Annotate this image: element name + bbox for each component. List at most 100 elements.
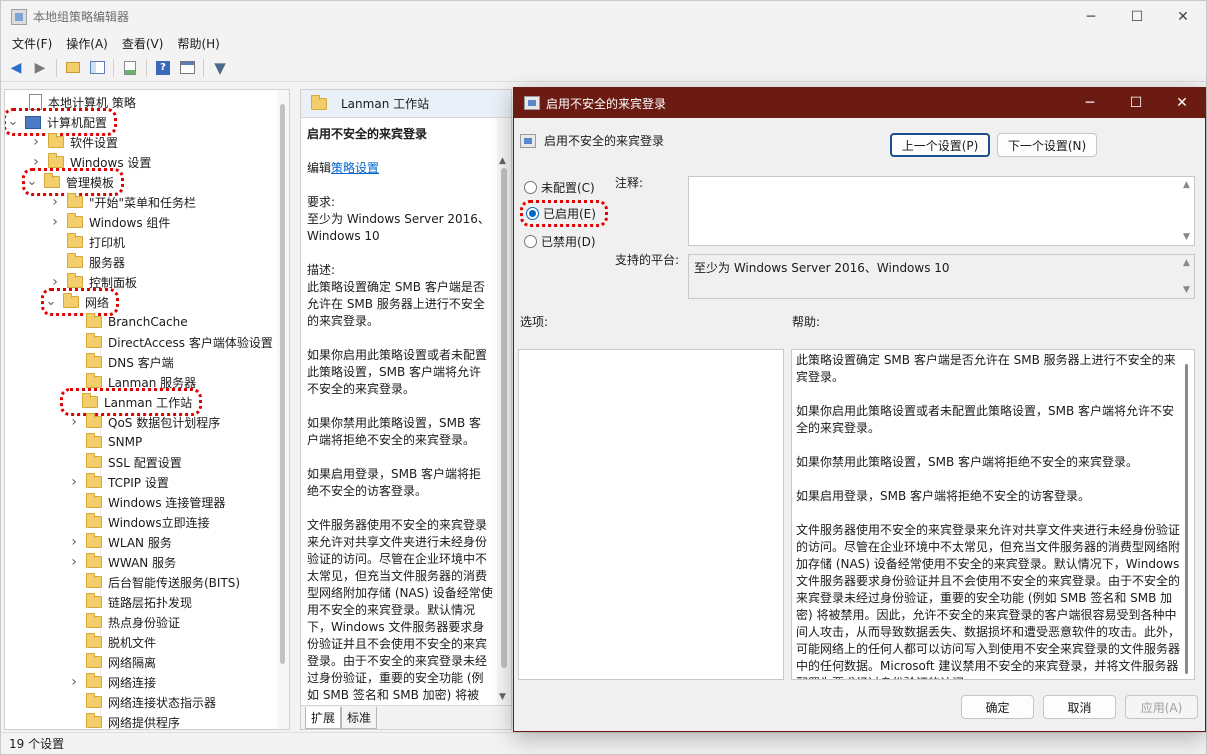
tab-standard[interactable]: 标准 — [341, 707, 378, 729]
menu-help[interactable]: 帮助(H) — [170, 35, 226, 52]
filter-icon[interactable]: ▼ — [209, 57, 231, 79]
tree-node[interactable]: Windows立即连接 — [68, 512, 210, 532]
tree-node[interactable]: › Windows 组件 — [49, 212, 170, 232]
menu-action[interactable]: 操作(A) — [59, 35, 115, 52]
radio-circle[interactable] — [524, 181, 537, 194]
folder-up-icon[interactable] — [62, 57, 84, 79]
help-icon[interactable]: ? — [152, 57, 174, 79]
comment-scrollbar[interactable]: ▲ ▼ — [1180, 177, 1194, 245]
tree-node[interactable]: SSL 配置设置 — [68, 452, 182, 472]
tree-node[interactable]: 网络隔离 — [68, 652, 156, 672]
folder-icon — [86, 493, 102, 508]
tab-extended[interactable]: 扩展 — [305, 707, 342, 729]
radio-circle-selected[interactable] — [526, 207, 539, 220]
tree-scrollbar-thumb[interactable] — [280, 104, 285, 664]
tree-node[interactable]: DirectAccess 客户端体验设置 — [68, 332, 273, 352]
scroll-up-arrow-icon[interactable]: ▲ — [1183, 180, 1190, 190]
cancel-button[interactable]: 取消 — [1043, 695, 1116, 719]
chevron-right-icon[interactable]: › — [49, 214, 61, 230]
chevron-right-icon[interactable]: › — [49, 194, 61, 210]
chevron-right-icon[interactable]: › — [30, 154, 42, 170]
chevron-right-icon[interactable]: › — [68, 554, 80, 570]
tree-node[interactable]: Lanman 服务器 — [68, 372, 196, 392]
radio-enabled[interactable]: 已启用(E) — [520, 200, 608, 227]
tree-node[interactable]: 网络提供程序 — [68, 712, 180, 729]
chevron-right-icon[interactable]: › — [68, 674, 80, 690]
description-scrollbar[interactable]: ▲ ▼ — [497, 118, 511, 706]
close-button[interactable]: ✕ — [1160, 1, 1206, 32]
tree-node[interactable]: ⌄ 计算机配置 — [5, 108, 118, 136]
tree-node[interactable]: › QoS 数据包计划程序 — [68, 412, 220, 432]
ok-button[interactable]: 确定 — [961, 695, 1034, 719]
next-setting-button[interactable]: 下一个设置(N) — [997, 133, 1097, 157]
description-label: 描述: — [307, 262, 493, 279]
tree-node[interactable]: 本地计算机 策略 — [11, 92, 136, 112]
console-tree[interactable]: 本地计算机 策略 ⌄ 计算机配置 › 软件设置 › Windows 设置 ⌄ 管理模板 › "开始"… — [4, 89, 290, 730]
tree-node[interactable]: › "开始"菜单和任务栏 — [49, 192, 196, 212]
platform-scrollbar[interactable]: ▲ ▼ — [1180, 255, 1194, 298]
chevron-down-icon[interactable]: ⌄ — [26, 175, 38, 188]
menu-view[interactable]: 查看(V) — [115, 35, 171, 52]
tree-node[interactable]: ⌄ 网络 — [40, 288, 120, 316]
chevron-right-icon[interactable]: › — [49, 274, 61, 290]
chevron-right-icon[interactable]: › — [68, 474, 80, 490]
console-tree-icon[interactable] — [86, 57, 108, 79]
menu-bar: 文件(F) 操作(A) 查看(V) 帮助(H) — [1, 32, 1206, 54]
tree-node[interactable]: › WLAN 服务 — [68, 532, 172, 552]
maximize-button[interactable]: ☐ — [1114, 1, 1160, 32]
minimize-button[interactable]: ─ — [1068, 1, 1114, 32]
chevron-down-icon[interactable]: ⌄ — [45, 295, 57, 308]
chevron-right-icon[interactable]: › — [68, 414, 80, 430]
scroll-down-arrow-icon[interactable]: ▼ — [499, 692, 506, 702]
dialog-close-button[interactable]: ✕ — [1159, 88, 1205, 118]
edit-policy-link[interactable]: 策略设置 — [331, 161, 379, 175]
tree-node[interactable]: › WWAN 服务 — [68, 552, 176, 572]
chevron-right-icon[interactable]: › — [68, 534, 80, 550]
export-list-icon[interactable] — [119, 57, 141, 79]
tree-scrollbar[interactable] — [277, 90, 289, 729]
tree-node[interactable]: › 控制面板 — [49, 272, 137, 292]
dialog-maximize-button[interactable]: ☐ — [1113, 88, 1159, 118]
tree-node[interactable]: › TCPIP 设置 — [68, 472, 169, 492]
tree-node[interactable]: Windows 连接管理器 — [68, 492, 225, 512]
scroll-down-arrow-icon[interactable]: ▼ — [1183, 285, 1190, 295]
scroll-up-arrow-icon[interactable]: ▲ — [499, 156, 506, 166]
arrow-right-icon[interactable]: ▶ — [29, 57, 51, 79]
tree-node[interactable]: Lanman 工作站 — [59, 388, 203, 416]
apply-button[interactable]: 应用(A) — [1125, 695, 1198, 719]
radio-disabled[interactable]: 已禁用(D) — [524, 233, 596, 250]
dialog-minimize-button[interactable]: ─ — [1067, 88, 1113, 118]
tree-node[interactable]: › 网络连接 — [68, 672, 156, 692]
help-scrollbar[interactable] — [1180, 350, 1194, 679]
tree-node[interactable]: SNMP — [68, 432, 142, 452]
folder-icon — [86, 473, 102, 488]
scroll-down-arrow-icon[interactable]: ▼ — [1183, 232, 1190, 242]
comment-field[interactable]: ▲ ▼ — [688, 176, 1195, 246]
tree-node[interactable]: DNS 客户端 — [68, 352, 174, 372]
tree-node[interactable]: 后台智能传送服务(BITS) — [68, 572, 240, 592]
properties-icon[interactable] — [176, 57, 198, 79]
gpedit-app-icon — [11, 8, 27, 25]
menu-file[interactable]: 文件(F) — [5, 35, 59, 52]
chevron-right-icon[interactable]: › — [30, 134, 42, 150]
tree-node[interactable]: › Windows 设置 — [30, 152, 151, 172]
tree-node[interactable]: ⌄ 管理模板 — [21, 168, 125, 196]
tree-node[interactable]: BranchCache — [68, 312, 188, 332]
arrow-left-icon[interactable]: ◀ — [5, 57, 27, 79]
tree-node-label: SNMP — [108, 435, 143, 449]
radio-circle[interactable] — [524, 235, 537, 248]
help-scrollbar-thumb[interactable] — [1185, 364, 1188, 674]
tree-node[interactable]: 链路层拓扑发现 — [68, 592, 192, 612]
tree-node[interactable]: › 软件设置 — [30, 132, 118, 152]
previous-setting-button[interactable]: 上一个设置(P) — [890, 133, 990, 157]
radio-not-configured[interactable]: 未配置(C) — [524, 179, 595, 196]
tree-node[interactable]: 服务器 — [49, 252, 125, 272]
scroll-up-arrow-icon[interactable]: ▲ — [1183, 258, 1190, 268]
tree-node[interactable]: 脱机文件 — [68, 632, 156, 652]
tree-node[interactable]: 热点身份验证 — [68, 612, 180, 632]
tree-node[interactable]: 打印机 — [49, 232, 125, 252]
chevron-down-icon[interactable]: ⌄ — [7, 115, 19, 128]
description-scrollbar-thumb[interactable] — [501, 168, 507, 668]
requirements-text: 至少为 Windows Server 2016、Windows 10 — [307, 212, 490, 243]
tree-node[interactable]: 网络连接状态指示器 — [68, 692, 216, 712]
